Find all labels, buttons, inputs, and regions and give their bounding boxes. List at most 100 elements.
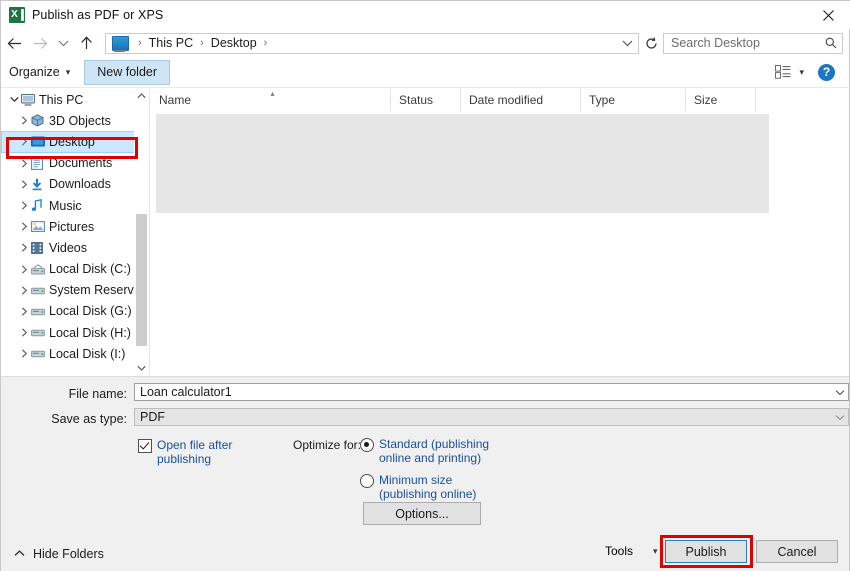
pc-icon bbox=[21, 93, 39, 106]
file-name-value[interactable]: Loan calculator1 bbox=[135, 385, 832, 399]
pictures-icon bbox=[31, 221, 49, 233]
tools-label: Tools bbox=[605, 544, 634, 558]
back-arrow-icon[interactable] bbox=[1, 30, 27, 56]
tree-item-system-reserved[interactable]: System Reserved bbox=[1, 280, 149, 301]
view-dropdown-icon[interactable]: ▾ bbox=[793, 67, 814, 78]
radio-icon[interactable] bbox=[360, 438, 374, 452]
navigation-scrollbar[interactable] bbox=[134, 89, 149, 375]
cancel-button[interactable]: Cancel bbox=[756, 540, 838, 563]
tools-button[interactable]: Tools ▾ bbox=[605, 544, 658, 558]
file-name-input[interactable]: Loan calculator1 bbox=[134, 383, 849, 401]
optimize-for-radio-group[interactable]: Standard (publishing online and printing… bbox=[360, 437, 504, 509]
chevron-right-icon[interactable] bbox=[17, 243, 31, 253]
scrollbar-thumb[interactable] bbox=[136, 214, 147, 346]
tree-item-label: Local Disk (G:) bbox=[49, 304, 132, 319]
chevron-down-icon: ▾ bbox=[65, 66, 71, 77]
chevron-down-icon[interactable] bbox=[7, 96, 21, 103]
tree-item-downloads[interactable]: Downloads bbox=[1, 174, 149, 195]
chevron-right-icon[interactable] bbox=[17, 116, 31, 125]
save-as-type-select[interactable]: PDF bbox=[134, 408, 849, 426]
breadcrumb-separator: › bbox=[138, 37, 142, 49]
chevron-right-icon[interactable] bbox=[17, 137, 31, 147]
column-header-name[interactable]: ▴ Name bbox=[151, 89, 391, 111]
address-dropdown-icon[interactable] bbox=[616, 39, 638, 47]
tree-item-pictures[interactable]: Pictures bbox=[1, 216, 149, 237]
chevron-right-icon[interactable] bbox=[17, 286, 31, 295]
view-layout-icon[interactable] bbox=[773, 60, 793, 84]
chevron-right-icon[interactable] bbox=[17, 222, 31, 231]
desktop-icon bbox=[31, 136, 49, 148]
column-header-status[interactable]: Status bbox=[391, 89, 461, 111]
scroll-down-icon[interactable] bbox=[134, 361, 149, 375]
chevron-right-icon[interactable] bbox=[17, 349, 31, 358]
address-bar-row: › This PC › Desktop › Search Desktop bbox=[1, 29, 850, 57]
tree-item-3d-objects[interactable]: 3D Objects bbox=[1, 110, 149, 131]
organize-label: Organize bbox=[9, 65, 60, 79]
chevron-right-icon[interactable] bbox=[17, 159, 31, 168]
chevron-right-icon[interactable] bbox=[17, 264, 31, 274]
tree-item-desktop[interactable]: Desktop bbox=[1, 131, 149, 153]
radio-icon[interactable] bbox=[360, 474, 374, 488]
breadcrumb-separator: › bbox=[263, 37, 268, 49]
publish-button[interactable]: Publish bbox=[665, 540, 747, 563]
tree-item-local-disk-g[interactable]: Local Disk (G:) bbox=[1, 301, 149, 322]
help-label: ? bbox=[822, 65, 831, 79]
column-header-size[interactable]: Size bbox=[686, 89, 756, 111]
tree-item-label: Pictures bbox=[49, 219, 95, 234]
search-box[interactable]: Search Desktop bbox=[663, 32, 843, 54]
chevron-down-icon[interactable] bbox=[832, 389, 848, 396]
forward-arrow-icon bbox=[27, 30, 53, 56]
command-toolbar: Organize ▾ New folder ▾ ? bbox=[1, 57, 850, 88]
file-list[interactable] bbox=[151, 111, 849, 375]
navigation-pane[interactable]: This PC 3D Objects Desktop Documents Dow… bbox=[1, 89, 149, 375]
chevron-right-icon[interactable] bbox=[17, 328, 31, 337]
chevron-right-icon[interactable] bbox=[17, 307, 31, 316]
column-label: Name bbox=[159, 93, 192, 107]
scroll-up-icon[interactable] bbox=[134, 89, 149, 103]
radio-option-minimum-size[interactable]: Minimum size (publishing online) bbox=[360, 473, 504, 501]
close-icon[interactable] bbox=[805, 1, 850, 29]
title-bar: Publish as PDF or XPS bbox=[1, 1, 850, 29]
breadcrumb-desktop[interactable]: Desktop bbox=[209, 36, 259, 50]
column-header-date-modified[interactable]: Date modified bbox=[461, 89, 581, 111]
new-folder-button[interactable]: New folder bbox=[84, 59, 171, 85]
tree-item-label: This PC bbox=[39, 92, 84, 107]
up-arrow-icon[interactable] bbox=[73, 30, 99, 56]
search-input[interactable]: Search Desktop bbox=[664, 36, 820, 50]
chevron-right-icon[interactable] bbox=[17, 201, 31, 210]
tree-item-label: System Reserved bbox=[49, 283, 148, 298]
options-button[interactable]: Options... bbox=[363, 502, 481, 525]
tree-item-local-disk-c[interactable]: Local Disk (C:) bbox=[1, 259, 149, 280]
drive-icon bbox=[31, 328, 49, 337]
save-as-type-label: Save as type: bbox=[51, 412, 127, 426]
optimize-for-label: Optimize for: bbox=[293, 438, 362, 452]
breadcrumb-this-pc[interactable]: This PC bbox=[147, 36, 195, 50]
window-title: Publish as PDF or XPS bbox=[32, 8, 164, 22]
tree-item-local-disk-i[interactable]: Local Disk (I:) bbox=[1, 343, 149, 364]
checkbox-icon[interactable] bbox=[138, 439, 152, 453]
tree-item-documents[interactable]: Documents bbox=[1, 153, 149, 174]
chevron-down-icon[interactable] bbox=[832, 414, 848, 421]
refresh-icon[interactable] bbox=[639, 30, 663, 56]
tree-item-music[interactable]: Music bbox=[1, 195, 149, 216]
tree-item-label: Videos bbox=[49, 240, 87, 255]
address-bar[interactable]: › This PC › Desktop › bbox=[105, 32, 639, 54]
tree-item-this-pc[interactable]: This PC bbox=[1, 89, 149, 110]
organize-button[interactable]: Organize ▾ bbox=[1, 60, 78, 84]
tree-item-label: Documents bbox=[49, 156, 113, 171]
column-label: Status bbox=[399, 93, 434, 107]
chevron-right-icon[interactable] bbox=[17, 180, 31, 189]
column-header-type[interactable]: Type bbox=[581, 89, 686, 111]
drive-icon bbox=[31, 307, 49, 316]
pane-divider bbox=[149, 89, 150, 375]
recent-locations-icon[interactable] bbox=[53, 30, 73, 56]
search-icon[interactable] bbox=[820, 37, 842, 49]
tree-item-videos[interactable]: Videos bbox=[1, 237, 149, 258]
hide-folders-button[interactable]: Hide Folders bbox=[14, 547, 104, 561]
open-after-publishing-checkbox[interactable]: Open file after publishing bbox=[138, 438, 257, 466]
radio-option-standard[interactable]: Standard (publishing online and printing… bbox=[360, 437, 504, 465]
tree-item-local-disk-h[interactable]: Local Disk (H:) bbox=[1, 322, 149, 343]
file-list-blank-region bbox=[156, 114, 769, 213]
tree-item-label: Desktop bbox=[49, 134, 95, 149]
help-button[interactable]: ? bbox=[818, 63, 835, 81]
